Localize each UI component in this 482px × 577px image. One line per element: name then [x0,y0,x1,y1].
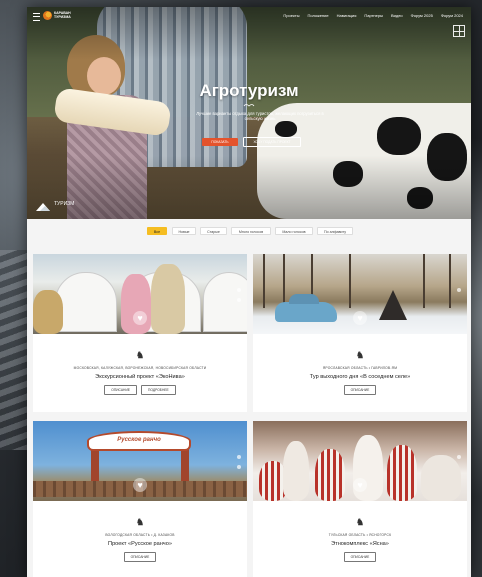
filter-alphabetical[interactable]: По алфавиту [317,227,353,235]
nav-item-partners[interactable]: Партнеры [364,13,383,18]
gallery-dots[interactable] [457,455,462,465]
project-card[interactable]: ♥ ♞ ЯРОСЛАВСКАЯ ОБЛАСТЬ • ГАВРИЛОВ-ЯМ Ту… [253,254,467,412]
filter-most-votes[interactable]: Много голосов [231,227,271,235]
description-button[interactable]: ОПИСАНИЕ [343,385,377,395]
like-icon[interactable]: ♥ [353,478,367,492]
hero-subtitle: Лучшие варианты отдыха для туристов, жел… [196,111,324,121]
filter-bar: Все Новые Старые Много голосов Мало голо… [27,219,471,243]
photo-tree [423,254,425,308]
card-title[interactable]: Экскурсионный проект «ЭкоНива» [33,374,247,380]
photo-child [151,264,185,334]
show-button[interactable]: ПОКАЗАТЬ [202,138,238,146]
card-region: МОСКОВСКАЯ, КАЛУЖСКАЯ, ВОРОНЕЖСКАЯ, НОВО… [73,366,207,370]
photo-hut [379,290,407,320]
nav-item-regulations[interactable]: Положение [307,13,328,18]
gallery-dots[interactable] [237,455,242,475]
card-photo: ♥ [33,254,247,334]
description-button[interactable]: ОПИСАНИЕ [343,552,377,562]
page-title: Агротуризм [199,81,299,100]
filter-all[interactable]: Все [147,227,167,235]
card-actions: ОПИСАНИЕ [253,552,467,562]
project-card[interactable]: Русское ранчо ♥ ♞ ВОЛОГОДСКАЯ ОБЛАСТЬ • … [33,421,247,577]
nav-item-forum-2024[interactable]: Форум 2024 [441,13,463,18]
card-actions: ОПИСАНИЕ [253,385,467,395]
card-region: ТУЛЬСКАЯ ОБЛАСТЬ • ЯСНОГОРСК [328,533,392,537]
region-emblem-icon: ♞ [355,350,365,360]
ranch-sign: Русское ранчо [87,431,191,451]
photo-child [121,274,151,334]
photo-tree [349,254,351,308]
description-button[interactable]: ОПИСАНИЕ [104,385,138,395]
submit-project-button[interactable]: ХОЧУ ПОДАТЬ ПРОЕКТ [243,137,301,147]
ranch-sign-text: Русское ранчо [117,437,161,443]
logo-text[interactable]: КАРАВАН ТУРИЗМА [54,11,84,19]
region-emblem-icon: ♞ [135,350,145,360]
calf-house [55,272,117,332]
main-nav: Проекты Положение Навигация Партнеры Вид… [283,13,463,18]
card-photo: Русское ранчо ♥ [33,421,247,501]
photo-person [421,455,461,501]
logo-icon[interactable] [43,11,52,20]
photo-person [387,445,417,501]
card-photo: ♥ [253,254,467,334]
browser-page: КАРАВАН ТУРИЗМА Проекты Положение Навига… [27,7,471,577]
card-actions: ОПИСАНИЕ ПОДРОБНЕЕ [33,385,247,395]
ornament-icon [243,104,255,107]
photo-tree [449,254,451,308]
category-tag[interactable]: ТУРИЗМ [54,201,74,207]
description-button[interactable]: ОПИСАНИЕ [123,552,157,562]
photo-person [315,449,345,501]
card-region: ВОЛОГОДСКАЯ ОБЛАСТЬ • Д. КАЗАКОВ [105,533,175,537]
card-title[interactable]: Этнокомплекс «Ясна» [253,541,467,547]
site-header: КАРАВАН ТУРИЗМА Проекты Положение Навига… [27,7,471,27]
photo-tree [283,254,285,308]
card-title[interactable]: Проект «Русское ранчо» [33,541,247,547]
nav-item-navigation[interactable]: Навигация [337,13,357,18]
like-icon[interactable]: ♥ [353,311,367,325]
mountain-icon [36,203,50,211]
photo-car [275,294,337,322]
nav-item-forum-2025[interactable]: Форум 2025 [411,13,433,18]
like-icon[interactable]: ♥ [133,478,147,492]
photo-person [283,441,309,501]
filter-new[interactable]: Новые [172,227,196,235]
project-card[interactable]: ♥ ♞ МОСКОВСКАЯ, КАЛУЖСКАЯ, ВОРОНЕЖСКАЯ, … [33,254,247,412]
filter-least-votes[interactable]: Мало голосов [275,227,313,235]
card-title[interactable]: Тур выходного дня «В соседнем селе» [253,374,467,380]
details-button[interactable]: ПОДРОБНЕЕ [141,385,176,395]
project-card[interactable]: ♥ ♞ ТУЛЬСКАЯ ОБЛАСТЬ • ЯСНОГОРСК Этноком… [253,421,467,577]
filter-old[interactable]: Старые [200,227,227,235]
hero-banner: КАРАВАН ТУРИЗМА Проекты Положение Навига… [27,7,471,219]
gallery-dots[interactable] [237,288,242,308]
photo-person [33,290,63,334]
card-region: ЯРОСЛАВСКАЯ ОБЛАСТЬ • ГАВРИЛОВ-ЯМ [322,366,398,370]
like-icon[interactable]: ♥ [133,311,147,325]
nav-item-video[interactable]: Видео [391,13,403,18]
gallery-dots[interactable] [457,288,462,298]
card-photo: ♥ [253,421,467,501]
grid-view-icon[interactable] [453,25,465,37]
region-emblem-icon: ♞ [135,517,145,527]
nav-item-projects[interactable]: Проекты [283,13,299,18]
card-actions: ОПИСАНИЕ [33,552,247,562]
photo-tree [263,254,265,308]
region-emblem-icon: ♞ [355,517,365,527]
menu-icon[interactable] [33,13,40,21]
